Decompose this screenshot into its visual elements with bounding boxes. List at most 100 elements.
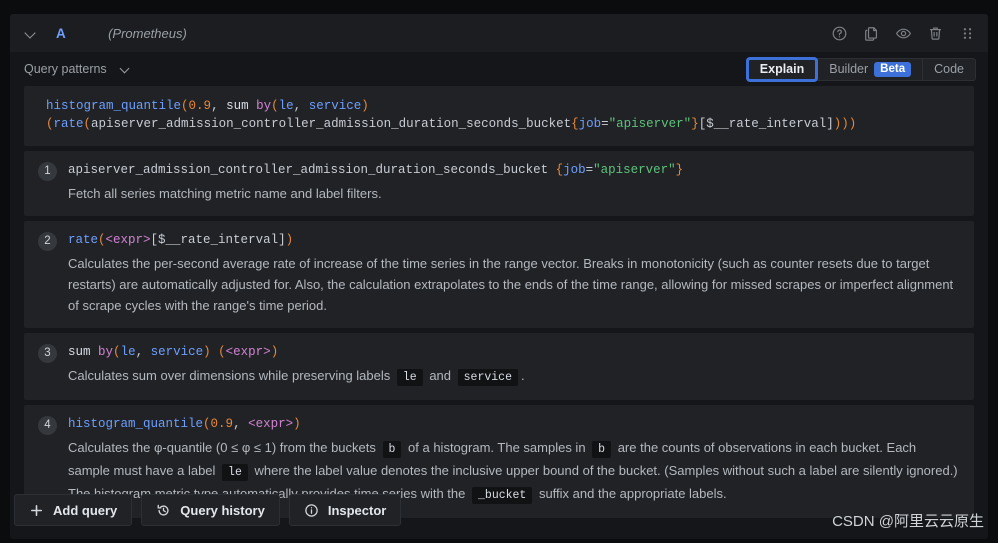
duplicate-query-icon[interactable] bbox=[863, 25, 880, 42]
step3-expr-placeholder: <expr> bbox=[225, 345, 271, 359]
query-quantile-value: 0.9 bbox=[188, 99, 212, 113]
history-icon bbox=[156, 503, 171, 518]
query-label-job: job bbox=[578, 117, 602, 131]
step4-desc-part5: suffix and the appropriate labels. bbox=[538, 486, 727, 501]
query-range-selector: [$__rate_interval] bbox=[698, 117, 834, 131]
plus-icon bbox=[29, 503, 44, 518]
full-query-card: histogram_quantile(0.9, sum by(le, servi… bbox=[24, 86, 974, 146]
step1-brace-open: { bbox=[555, 163, 564, 177]
step3-desc-part3: . bbox=[520, 368, 525, 383]
step-4-expression: histogram_quantile(0.9, <expr>) bbox=[68, 415, 960, 433]
explain-body: histogram_quantile(0.9, sum by(le, servi… bbox=[10, 86, 988, 539]
step1-brace-close: } bbox=[675, 163, 684, 177]
query-editor-toolbar: Query patterns Explain Builder Beta Code bbox=[10, 52, 988, 86]
query-by-paren-close: ) bbox=[361, 99, 369, 113]
step2-range-selector: [$__rate_interval] bbox=[150, 233, 286, 247]
step3-desc-part1: Calculates sum over dimensions while pre… bbox=[68, 368, 391, 383]
query-fn-histogram-quantile: histogram_quantile bbox=[46, 99, 182, 113]
tab-code[interactable]: Code bbox=[922, 57, 976, 81]
step4-chip-bucket: _bucket bbox=[472, 487, 533, 504]
query-actions-bar: Add query Query history Inspector bbox=[14, 494, 402, 526]
add-query-label: Add query bbox=[53, 502, 118, 518]
query-line2-paren-open: ( bbox=[46, 117, 54, 131]
tab-code-label: Code bbox=[934, 62, 964, 76]
step-row: 3 sum by(le, service) (<expr>) Calculate… bbox=[38, 343, 960, 388]
drag-handle-icon[interactable] bbox=[959, 25, 976, 42]
step-number-badge: 4 bbox=[38, 416, 57, 435]
tab-builder[interactable]: Builder Beta bbox=[817, 57, 923, 81]
collapse-query-chevron-icon[interactable] bbox=[24, 26, 38, 40]
step3-expr-paren-close: ) bbox=[270, 345, 279, 359]
query-comma-1: , bbox=[211, 99, 219, 113]
step2-fn-rate: rate bbox=[68, 233, 99, 247]
step3-desc-part2: and bbox=[429, 368, 452, 383]
query-line-1: histogram_quantile(0.9, sum by(le, servi… bbox=[46, 97, 960, 115]
toggle-visibility-icon[interactable] bbox=[895, 25, 912, 42]
query-metric-name: apiserver_admission_controller_admission… bbox=[91, 117, 572, 131]
step4-desc-part2: of a histogram. The samples in bbox=[408, 440, 586, 455]
query-line-2: (rate(apiserver_admission_controller_adm… bbox=[46, 115, 960, 133]
query-by-paren-open: ( bbox=[271, 99, 279, 113]
step3-kw-by: by bbox=[98, 345, 114, 359]
step4-fn-histogram-quantile: histogram_quantile bbox=[68, 417, 204, 431]
step-3-expression: sum by(le, service) (<expr>) bbox=[68, 343, 960, 361]
step3-chip-service: service bbox=[457, 369, 518, 386]
step3-label-le: le bbox=[120, 345, 136, 359]
step-row: 1 apiserver_admission_controller_admissi… bbox=[38, 161, 960, 204]
query-closing-parens: ))) bbox=[833, 117, 857, 131]
query-editor-panel: A (Prometheus) Query patterns Explain Bu… bbox=[10, 14, 988, 539]
step4-chip-b-1: b bbox=[382, 441, 402, 458]
tab-explain[interactable]: Explain bbox=[746, 57, 818, 81]
explain-step-1: 1 apiserver_admission_controller_admissi… bbox=[24, 151, 974, 216]
step3-chip-le: le bbox=[396, 369, 423, 386]
watermark: CSDN @阿里云云原生 bbox=[832, 513, 984, 530]
step3-agg-sum: sum bbox=[68, 345, 91, 359]
step2-paren-close: ) bbox=[285, 233, 294, 247]
remove-query-icon[interactable] bbox=[927, 25, 944, 42]
query-label-le: le bbox=[278, 99, 294, 113]
step3-expr-paren-open: ( bbox=[218, 345, 226, 359]
query-history-label: Query history bbox=[180, 502, 265, 518]
step1-equals: = bbox=[585, 163, 594, 177]
step2-expr-placeholder: <expr> bbox=[105, 233, 151, 247]
tab-builder-label: Builder bbox=[829, 62, 869, 76]
step-number-badge: 2 bbox=[38, 232, 57, 251]
editor-mode-switch: Explain Builder Beta Code bbox=[746, 57, 976, 81]
query-header-actions bbox=[831, 25, 976, 42]
query-equals: = bbox=[601, 117, 609, 131]
step-number-badge: 1 bbox=[38, 162, 57, 181]
step4-desc-part1: Calculates the φ-quantile (0 ≤ φ ≤ 1) fr… bbox=[68, 440, 376, 455]
query-brace-close: } bbox=[691, 117, 699, 131]
step2-paren-open: ( bbox=[98, 233, 106, 247]
query-patterns-dropdown[interactable]: Query patterns bbox=[24, 62, 131, 76]
step-row: 2 rate(<expr>[$__rate_interval]) Calcula… bbox=[38, 231, 960, 316]
step4-chip-le: le bbox=[222, 464, 248, 481]
step4-quantile-value: 0.9 bbox=[210, 417, 234, 431]
query-ref-id[interactable]: A bbox=[56, 26, 66, 41]
query-brace-open: { bbox=[571, 117, 579, 131]
step-content: rate(<expr>[$__rate_interval]) Calculate… bbox=[68, 231, 960, 316]
add-query-button[interactable]: Add query bbox=[14, 494, 133, 526]
query-row-header: A (Prometheus) bbox=[10, 14, 988, 52]
step-number-badge: 3 bbox=[38, 344, 57, 363]
step3-label-service: service bbox=[150, 345, 204, 359]
query-history-button[interactable]: Query history bbox=[141, 494, 280, 526]
datasource-name: (Prometheus) bbox=[108, 25, 187, 41]
step-content: apiserver_admission_controller_admission… bbox=[68, 161, 960, 204]
query-agg-sum: sum bbox=[226, 99, 249, 113]
step1-label-value: "apiserver" bbox=[593, 163, 676, 177]
query-kw-by: by bbox=[256, 99, 272, 113]
step-content: sum by(le, service) (<expr>) Calculates … bbox=[68, 343, 960, 388]
step4-chip-b-2: b bbox=[592, 441, 612, 458]
inspector-label: Inspector bbox=[327, 502, 387, 518]
step1-metric-name: apiserver_admission_controller_admission… bbox=[68, 163, 549, 177]
step4-comma: , bbox=[233, 417, 241, 431]
chevron-down-icon bbox=[121, 64, 131, 74]
step3-paren-close: ) bbox=[203, 345, 211, 359]
step3-comma: , bbox=[135, 345, 144, 359]
query-patterns-label: Query patterns bbox=[24, 62, 107, 76]
help-icon[interactable] bbox=[831, 25, 848, 42]
query-label-service: service bbox=[308, 99, 362, 113]
inspector-button[interactable]: Inspector bbox=[288, 494, 402, 526]
step-2-expression: rate(<expr>[$__rate_interval]) bbox=[68, 231, 960, 249]
